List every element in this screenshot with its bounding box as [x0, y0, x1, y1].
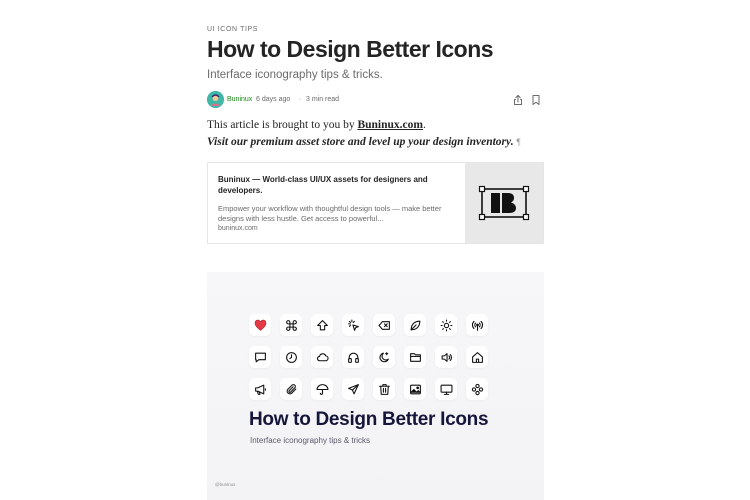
- link-preview-thumbnail: [465, 163, 543, 243]
- leaf-icon: [404, 314, 426, 336]
- cloud-icon: [311, 346, 333, 368]
- speaker-icon: [435, 346, 457, 368]
- article-subtitle: Interface iconography tips & tricks.: [207, 69, 383, 81]
- kicker: UI ICON TIPS: [207, 26, 259, 33]
- buninux-logo-icon: [479, 185, 530, 221]
- article-title: How to Design Better Icons: [207, 36, 494, 62]
- home-icon: [466, 346, 488, 368]
- read-time: 3 min read: [306, 96, 340, 103]
- icon-grid: [249, 314, 488, 400]
- chat-icon: [249, 346, 271, 368]
- publish-date: 6 days ago: [256, 96, 291, 103]
- hero-subtitle: Interface iconography tips & tricks: [250, 436, 371, 445]
- link-preview-text: Buninux — World-class UI/UX assets for d…: [208, 163, 465, 243]
- heart-icon: [249, 314, 271, 336]
- backspace-icon: [373, 314, 395, 336]
- body-suffix: .: [422, 119, 426, 131]
- sun-icon: [435, 314, 457, 336]
- hero-image: How to Design Better Icons Interface ico…: [207, 272, 544, 500]
- paperclip-icon: [280, 378, 302, 400]
- body-line-2: Visit our premium asset store and level …: [207, 136, 514, 148]
- author-name[interactable]: Buninux: [227, 96, 252, 103]
- meta-separator: ·: [299, 96, 302, 103]
- trash-icon: [373, 378, 395, 400]
- arrow-up-icon: [311, 314, 333, 336]
- avatar[interactable]: [207, 91, 224, 108]
- image-icon: [404, 378, 426, 400]
- buninux-link[interactable]: Buninux.com: [357, 119, 423, 131]
- cursor-click-icon: [342, 314, 364, 336]
- umbrella-icon: [311, 378, 333, 400]
- monitor-icon: [435, 378, 457, 400]
- pilcrow-mark: ¶: [516, 137, 521, 147]
- link-preview-description: Empower your workflow with thoughtful de…: [218, 204, 442, 223]
- folder-icon: [404, 346, 426, 368]
- body-paragraph-1: This article is brought to you by Buninu…: [207, 119, 426, 131]
- command-icon: [280, 314, 302, 336]
- author-meta: Buninux 6 days ago · 3 min read: [207, 90, 544, 110]
- hero-title: How to Design Better Icons: [249, 409, 489, 430]
- share-icon[interactable]: [512, 93, 524, 105]
- megaphone-icon: [249, 378, 271, 400]
- body-prefix: This article is brought to you by: [207, 119, 358, 131]
- moon-icon: [373, 346, 395, 368]
- broadcast-icon: [466, 314, 488, 336]
- bookmark-icon[interactable]: [530, 93, 542, 105]
- clock-icon: [280, 346, 302, 368]
- link-preview-domain: buninux.com: [218, 225, 258, 232]
- link-preview-title: Buninux — World-class UI/UX assets for d…: [218, 175, 428, 195]
- body-paragraph-2: Visit our premium asset store and level …: [207, 136, 521, 148]
- send-icon: [342, 378, 364, 400]
- hero-credit: @buninux: [215, 482, 236, 487]
- headphones-icon: [342, 346, 364, 368]
- gamepad-icon: [466, 378, 488, 400]
- link-preview-card[interactable]: Buninux — World-class UI/UX assets for d…: [207, 162, 544, 244]
